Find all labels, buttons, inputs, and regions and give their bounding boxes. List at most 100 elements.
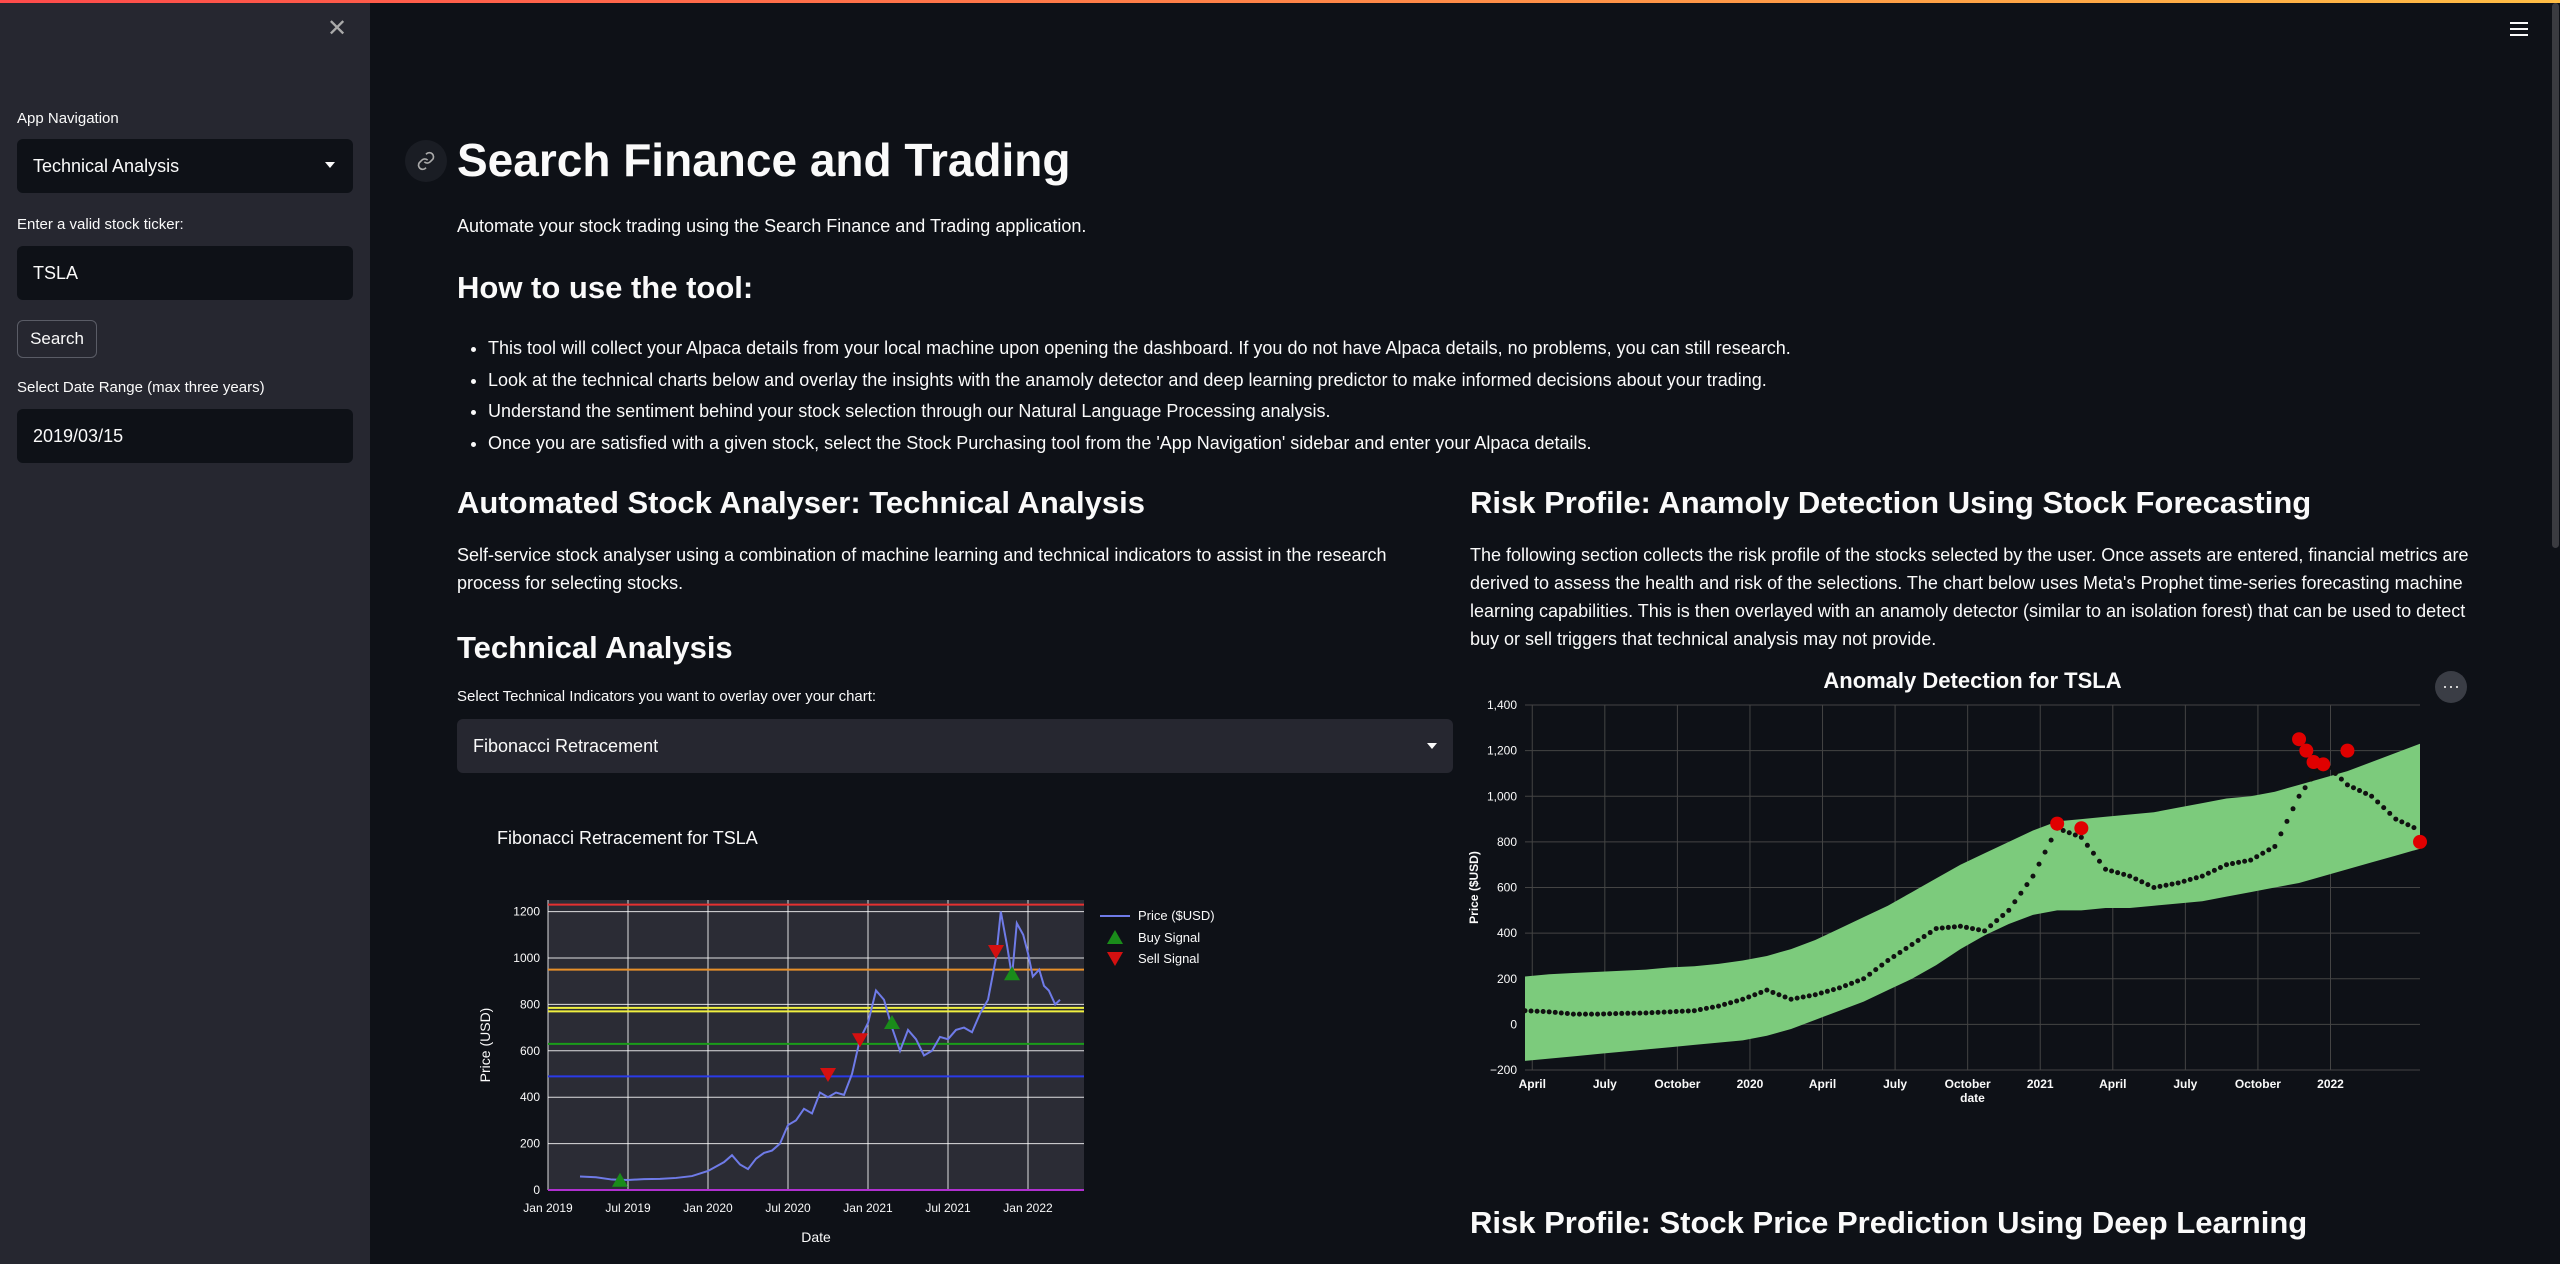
chart-title: Anomaly Detection for TSLA <box>1823 668 2121 693</box>
actual-price-point <box>1709 1004 1715 1010</box>
actual-price-point <box>1915 938 1921 944</box>
actual-price-point <box>1734 998 1740 1004</box>
actual-price-point <box>1691 1008 1697 1014</box>
actual-price-point <box>2193 875 2199 881</box>
actual-price-point <box>2181 878 2187 884</box>
x-axis-label: date <box>1960 1091 1985 1105</box>
actual-price-point <box>1613 1011 1619 1017</box>
actual-price-point <box>2157 883 2163 889</box>
actual-price-point <box>2290 806 2296 812</box>
nav-label: App Navigation <box>17 110 119 127</box>
actual-price-point <box>2284 818 2290 824</box>
actual-price-point <box>2411 825 2417 831</box>
actual-price-point <box>1595 1011 1601 1017</box>
ta-heading: Technical Analysis <box>457 630 733 665</box>
anomaly-point <box>2316 757 2331 772</box>
legend-price-label: Price ($USD) <box>1138 908 1215 923</box>
actual-price-point <box>1576 1011 1582 1017</box>
list-item: This tool will collect your Alpaca detai… <box>488 333 1791 365</box>
actual-price-point <box>1703 1005 1709 1011</box>
actual-price-point <box>1824 988 1830 994</box>
actual-price-point <box>2308 776 2314 782</box>
x-tick-label: October <box>1654 1077 1700 1091</box>
y-tick-label: 1000 <box>513 951 540 965</box>
actual-price-point <box>2248 857 2254 863</box>
actual-price-point <box>2363 790 2369 796</box>
actual-price-point <box>2109 868 2115 874</box>
scrollbar[interactable] <box>2552 3 2559 548</box>
actual-price-point <box>1788 996 1794 1002</box>
anchor-link-icon[interactable] <box>405 140 447 182</box>
actual-price-point <box>1794 995 1800 1001</box>
actual-price-point <box>1806 993 1812 999</box>
actual-price-point <box>1951 924 1957 930</box>
actual-price-point <box>1897 950 1903 956</box>
actual-price-point <box>1849 980 1855 986</box>
actual-price-point <box>1540 1009 1546 1015</box>
actual-price-point <box>1667 1009 1673 1015</box>
legend-buy-swatch <box>1107 930 1123 944</box>
x-tick-label: April <box>1519 1077 1546 1091</box>
actual-price-point <box>1631 1010 1637 1016</box>
actual-price-point <box>1522 1008 1528 1014</box>
actual-price-point <box>2000 912 2006 918</box>
chevron-down-icon <box>325 162 335 168</box>
actual-price-point <box>1903 946 1909 952</box>
y-tick-label: 800 <box>1497 835 1517 849</box>
list-item: Once you are satisfied with a given stoc… <box>488 428 1791 460</box>
actual-price-point <box>1697 1007 1703 1013</box>
actual-price-point <box>2090 850 2096 856</box>
y-tick-label: 600 <box>1497 881 1517 895</box>
actual-price-point <box>1885 958 1891 963</box>
actual-price-point <box>2272 843 2278 849</box>
actual-price-point <box>1564 1011 1570 1017</box>
ta-indicator-select[interactable]: Fibonacci Retracement <box>457 719 1453 773</box>
actual-price-point <box>1976 927 1982 933</box>
actual-price-point <box>1800 994 1806 1000</box>
actual-price-point <box>1776 992 1782 998</box>
x-tick-label: April <box>2099 1077 2126 1091</box>
actual-price-point <box>2217 865 2223 871</box>
actual-price-point <box>1836 985 1842 991</box>
ta-indicator-value: Fibonacci Retracement <box>473 735 659 756</box>
actual-price-point <box>1782 994 1788 1000</box>
ticker-label: Enter a valid stock ticker: <box>17 216 184 233</box>
actual-price-point <box>2332 770 2338 776</box>
actual-price-point <box>2175 880 2181 886</box>
x-tick-label: Jul 2020 <box>765 1201 811 1215</box>
actual-price-point <box>1582 1011 1588 1017</box>
x-axis-label: Date <box>801 1229 831 1245</box>
ta-select-label: Select Technical Indicators you want to … <box>457 688 877 705</box>
technical-section-description: Self-service stock analyser using a comb… <box>457 545 1387 593</box>
anomaly-chart: Anomaly Detection for TSLA −200 0 200 400 600… <box>1467 668 2427 1105</box>
hamburger-menu-icon[interactable] <box>2510 22 2528 40</box>
top-decoration-bar <box>0 0 2560 3</box>
actual-price-point <box>1982 928 1988 934</box>
actual-price-point <box>2006 907 2012 913</box>
close-sidebar-icon[interactable]: ✕ <box>327 17 347 41</box>
actual-price-point <box>1855 978 1861 984</box>
technical-section-heading: Automated Stock Analyser: Technical Anal… <box>457 485 1145 520</box>
actual-price-point <box>1679 1008 1685 1014</box>
actual-price-point <box>1939 925 1945 931</box>
date-range-input[interactable]: 2019/03/15 <box>17 409 353 463</box>
x-tick-label: Jul 2019 <box>605 1201 651 1215</box>
actual-price-point <box>2236 859 2242 865</box>
y-tick-label: 600 <box>520 1044 540 1058</box>
y-tick-label: 0 <box>1510 1017 1517 1031</box>
actual-price-point <box>1861 976 1867 982</box>
search-button[interactable]: Search <box>17 320 97 358</box>
list-item: Look at the technical charts below and o… <box>488 365 1791 397</box>
y-tick-label: 400 <box>1497 926 1517 940</box>
actual-price-point <box>2350 785 2356 791</box>
y-tick-label: 1,000 <box>1487 789 1517 803</box>
ticker-input[interactable]: TSLA <box>17 246 353 300</box>
actual-price-point <box>2405 822 2411 828</box>
chart-more-options-icon[interactable]: ⋯ <box>2435 671 2467 703</box>
x-tick-label: October <box>2235 1077 2281 1091</box>
nav-select[interactable]: Technical Analysis <box>17 139 353 193</box>
actual-price-point <box>1589 1011 1595 1017</box>
actual-price-point <box>2296 793 2302 799</box>
actual-price-point <box>1812 992 1818 998</box>
actual-price-point <box>2266 847 2272 853</box>
